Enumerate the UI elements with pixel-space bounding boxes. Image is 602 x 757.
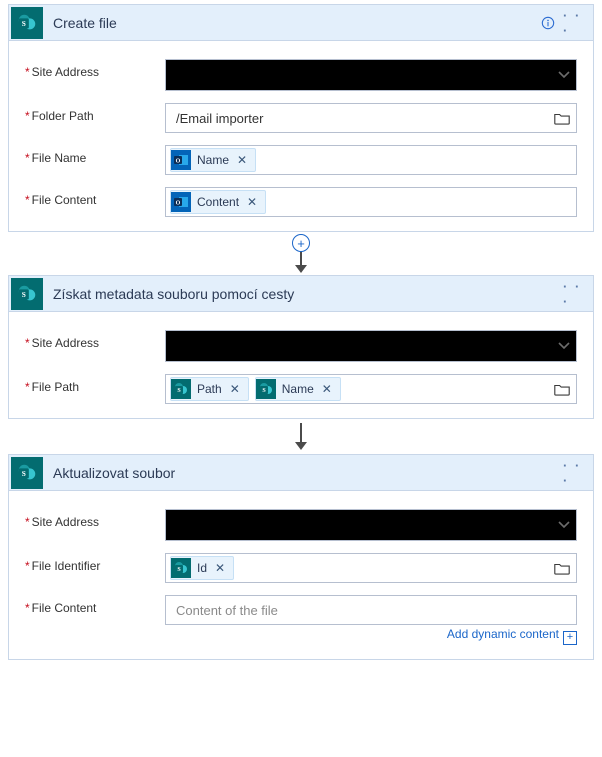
token-field-with-picker[interactable]: S Id ✕ [165, 553, 577, 583]
card-menu-button[interactable]: · · · [563, 283, 585, 305]
token-label: Content [197, 195, 239, 209]
site-address-select[interactable] [165, 59, 577, 91]
token-label: Id [197, 561, 207, 575]
svg-text:O: O [176, 159, 181, 165]
card-title: Aktualizovat soubor [43, 465, 559, 481]
token-label: Path [197, 382, 222, 396]
field-label: *File Content [25, 595, 165, 615]
arrow-head-icon [295, 442, 307, 450]
arrow-stem [300, 250, 302, 266]
token-remove[interactable]: ✕ [235, 153, 249, 167]
text-field[interactable]: Content of the file [165, 595, 577, 625]
token-remove[interactable]: ✕ [245, 195, 259, 209]
field-label: *File Identifier [25, 553, 165, 573]
field-label: *Site Address [25, 330, 165, 350]
site-address-select[interactable] [165, 509, 577, 541]
token-remove[interactable]: ✕ [320, 382, 334, 396]
folder-picker-button[interactable] [552, 559, 572, 577]
sharepoint-brand-icon: S [11, 278, 43, 310]
field-label: *File Path [25, 374, 165, 394]
sharepoint-brand-icon: S [11, 7, 43, 39]
chevron-down-icon [558, 521, 570, 529]
info-icon[interactable] [537, 12, 559, 34]
chevron-down-icon [558, 342, 570, 350]
dynamic-token[interactable]: S Path ✕ [170, 377, 249, 401]
field-label: *Folder Path [25, 103, 165, 123]
arrow-head-icon [295, 265, 307, 273]
token-field[interactable]: O Name ✕ [165, 145, 577, 175]
dynamic-token[interactable]: O Name ✕ [170, 148, 256, 172]
svg-text:S: S [22, 289, 26, 298]
token-field-with-picker[interactable]: S Path ✕ S Name ✕ [165, 374, 577, 404]
token-label: Name [282, 382, 314, 396]
field-label: *Site Address [25, 509, 165, 529]
sharepoint-icon: S [171, 558, 191, 578]
sharepoint-icon: S [256, 379, 276, 399]
svg-text:O: O [176, 201, 181, 207]
svg-text:S: S [22, 468, 26, 477]
field-value: /Email importer [170, 107, 269, 130]
text-field-with-picker[interactable]: /Email importer [165, 103, 577, 133]
dynamic-token[interactable]: S Id ✕ [170, 556, 234, 580]
sharepoint-brand-icon: S [11, 457, 43, 489]
add-dynamic-content-link[interactable]: Add dynamic content [447, 627, 559, 641]
flow-connector [8, 419, 594, 454]
outlook-icon: O [171, 192, 191, 212]
token-field[interactable]: O Content ✕ [165, 187, 577, 217]
action-card: S Aktualizovat soubor· · · *Site Address *F… [8, 454, 594, 660]
card-header[interactable]: S Získat metadata souboru pomocí cesty· ·… [9, 276, 593, 312]
token-remove[interactable]: ✕ [213, 561, 227, 575]
site-address-select[interactable] [165, 330, 577, 362]
field-placeholder: Content of the file [170, 599, 284, 622]
add-step-button[interactable]: + [292, 234, 310, 252]
card-title: Create file [43, 15, 533, 31]
token-remove[interactable]: ✕ [228, 382, 242, 396]
action-card: S Create file · · · *Site Address *Folder Pa… [8, 4, 594, 232]
svg-text:S: S [22, 18, 26, 27]
token-label: Name [197, 153, 229, 167]
field-label: *File Content [25, 187, 165, 207]
flow-connector: + [8, 232, 594, 275]
folder-picker-button[interactable] [552, 380, 572, 398]
field-label: *Site Address [25, 59, 165, 79]
action-card: S Získat metadata souboru pomocí cesty· ·… [8, 275, 594, 419]
card-header[interactable]: S Aktualizovat soubor· · · [9, 455, 593, 491]
card-title: Získat metadata souboru pomocí cesty [43, 286, 559, 302]
card-header[interactable]: S Create file · · · [9, 5, 593, 41]
outlook-icon: O [171, 150, 191, 170]
dynamic-token[interactable]: S Name ✕ [255, 377, 341, 401]
dynamic-token[interactable]: O Content ✕ [170, 190, 266, 214]
sharepoint-icon: S [171, 379, 191, 399]
add-dynamic-content-icon[interactable]: + [563, 631, 577, 645]
arrow-stem [300, 423, 302, 443]
card-menu-button[interactable]: · · · [563, 12, 585, 34]
chevron-down-icon [558, 71, 570, 79]
card-menu-button[interactable]: · · · [563, 462, 585, 484]
field-label: *File Name [25, 145, 165, 165]
folder-picker-button[interactable] [552, 109, 572, 127]
